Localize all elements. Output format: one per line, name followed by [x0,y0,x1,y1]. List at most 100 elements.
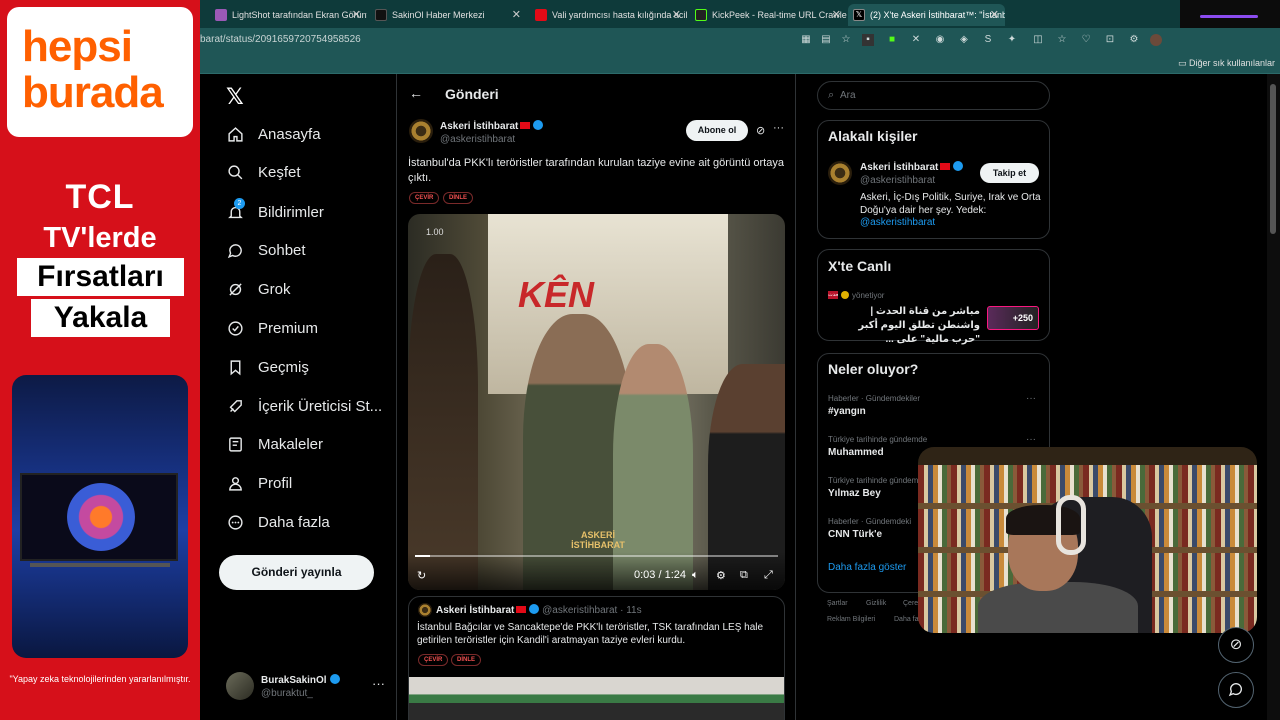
author-name[interactable]: Askeri İstihbarat [440,120,544,132]
listen-pill[interactable]: DİNLE [451,654,481,666]
author-avatar[interactable] [409,119,433,143]
chat-icon [226,241,244,259]
ad-banner[interactable]: hepsi burada TCL TV'lerde Fırsatları Yak… [0,0,200,720]
author-handle[interactable]: @askeristihbarat [440,134,515,145]
nav-bookmarks[interactable]: Geçmiş [226,352,309,382]
grok-icon[interactable]: ⊘ [756,124,765,137]
volume-icon[interactable]: 🔈︎ [692,569,699,582]
nav-chat[interactable]: Sohbet [226,235,306,265]
browser-tab[interactable]: KickPeek - Real-time URL Crawler ✕ [690,4,847,26]
close-icon[interactable]: ✕ [990,4,999,26]
nav-explore[interactable]: Keşfet [226,157,301,187]
browser-tab[interactable]: LightShot tarafından Ekran Görünt ✕ [210,4,367,26]
live-text[interactable]: مباشر من قناة الحدث | واشنطن تطلق اليوم … [828,305,980,347]
headset [1056,495,1086,555]
subscribe-button[interactable]: Abone ol [686,120,748,141]
related-avatar[interactable] [828,161,852,185]
footer-link[interactable]: Gizlilik [866,600,886,607]
premium-icon [226,319,244,337]
profile-avatar[interactable] [1150,34,1162,46]
live-viewers[interactable]: +250 [987,306,1039,330]
close-icon[interactable]: ✕ [512,4,521,26]
puzzle-icon[interactable]: ✦ [1006,34,1018,46]
more-icon[interactable]: ··· [1026,434,1036,445]
follow-button[interactable]: Takip et [980,163,1039,183]
nav-notifications[interactable]: 2 Bildirimler [226,197,324,227]
reader-icon[interactable]: ▤ [820,34,832,46]
video-player[interactable]: KÊN 1.00 ASKERİ İSTİHBARAT ↻ 0:03 / 1:24… [408,214,785,590]
scrollbar[interactable] [1267,74,1280,720]
related-name[interactable]: Askeri İstihbarat [860,161,964,173]
settings-icon[interactable]: ⚙ [1128,34,1140,46]
extension-icon[interactable]: ◉ [934,34,946,46]
footer-link[interactable]: Çere [903,600,918,607]
extension-icon[interactable]: S [982,34,994,46]
star-icon[interactable]: ☆ [840,34,852,46]
footer-link[interactable]: Reklam Bilgileri [827,616,875,623]
tab-bar: LightShot tarafından Ekran Görünt ✕ Saki… [200,0,1280,28]
messages-fab-icon[interactable] [1218,672,1254,708]
address-bar[interactable]: barat/status/2091659720754958526 ▦ ▤ ☆ ▪… [200,28,1280,54]
nav-label: Profil [258,474,293,492]
browser-tab-active[interactable]: 𝕏 (2) X'te Askeri İstihbarat™: "İstanbu … [848,4,1005,26]
fullscreen-icon[interactable]: ⤢ [764,569,773,582]
trend-name[interactable]: CNN Türk'e [828,529,882,540]
close-icon[interactable]: ✕ [832,4,841,26]
reply-avatar[interactable] [418,603,432,617]
reply-media[interactable] [409,677,784,720]
nav-articles[interactable]: Makaleler [226,429,323,459]
replay-icon[interactable]: ↻ [417,569,426,582]
trend-name[interactable]: Muhammed [828,447,884,458]
browser-tab[interactable]: Vali yardımcısı hasta kılığında acile ✕ [530,4,687,26]
trend-name[interactable]: #yangın [828,406,866,417]
close-icon[interactable]: ✕ [352,4,361,26]
reply-author-name[interactable]: Askeri İstihbarat [436,605,514,616]
progress-track[interactable] [415,555,778,557]
collections-icon[interactable]: ♡ [1080,34,1092,46]
other-bookmarks[interactable]: ▭ Diğer sık kullanılanlar [1178,58,1275,69]
split-screen-icon[interactable]: ◫ [1032,34,1044,46]
url-text[interactable]: barat/status/2091659720754958526 [200,34,361,45]
nav-profile[interactable]: Profil [226,468,292,498]
settings-icon[interactable]: ⚙ [716,569,726,582]
post-button[interactable]: Gönderi yayınla [219,555,374,590]
nav-creator-studio[interactable]: İçerik Üreticisi St... [226,391,382,421]
screenshot-icon[interactable]: ⊡ [1104,34,1116,46]
pip-icon[interactable]: ⧉ [740,569,748,582]
translate-pill[interactable]: ÇEVİR [418,654,449,666]
browser-tab[interactable]: SakinOl Haber Merkezi ✕ [370,4,527,26]
reply-author-handle[interactable]: @askeristihbarat [542,605,617,616]
nav-premium[interactable]: Premium [226,313,318,343]
nav-home[interactable]: Anasayfa [226,119,321,149]
more-icon[interactable]: ··· [773,122,784,134]
nav-grok[interactable]: Grok [226,274,291,304]
related-handle[interactable]: @askeristihbarat [860,175,935,186]
search-input[interactable]: ⌕ Ara [817,81,1050,110]
extension-icon[interactable]: ▪ [862,34,874,46]
live-source[interactable]: الحدث yönetiyor [828,291,884,300]
account-switcher[interactable]: BurakSakinOl @buraktut_ ··· [226,672,386,702]
notification-badge: 2 [234,198,245,209]
kick-extension-icon[interactable]: ■ [886,34,898,46]
favorites-icon[interactable]: ☆ [1056,34,1068,46]
back-arrow-icon[interactable]: ← [409,85,423,101]
x-logo-icon[interactable]: 𝕏 [226,84,244,110]
grok-fab-icon[interactable]: ⊘ [1218,627,1254,663]
show-more-link[interactable]: Daha fazla göster [828,562,906,573]
reply-time: · 11s [620,605,642,616]
footer-link[interactable]: Şartlar [827,600,848,607]
more-icon[interactable]: ··· [1026,393,1036,404]
extension-icon[interactable]: ◈ [958,34,970,46]
watermark-line-2: İSTİHBARAT [571,540,625,550]
close-icon[interactable]: ✕ [672,4,681,26]
related-bio-link[interactable]: @askeristihbarat [860,217,935,228]
more-icon[interactable]: ··· [372,676,385,691]
translate-pill[interactable]: ÇEVİR [409,192,440,204]
apps-icon[interactable]: ▦ [800,34,812,46]
scrollbar-thumb[interactable] [1270,84,1276,234]
nav-more[interactable]: Daha fazla [226,507,330,537]
extension-icon[interactable]: ✕ [910,34,922,46]
webcam-overlay [918,447,1257,633]
listen-pill[interactable]: DİNLE [443,192,473,204]
trend-name[interactable]: Yılmaz Bey [828,488,881,499]
